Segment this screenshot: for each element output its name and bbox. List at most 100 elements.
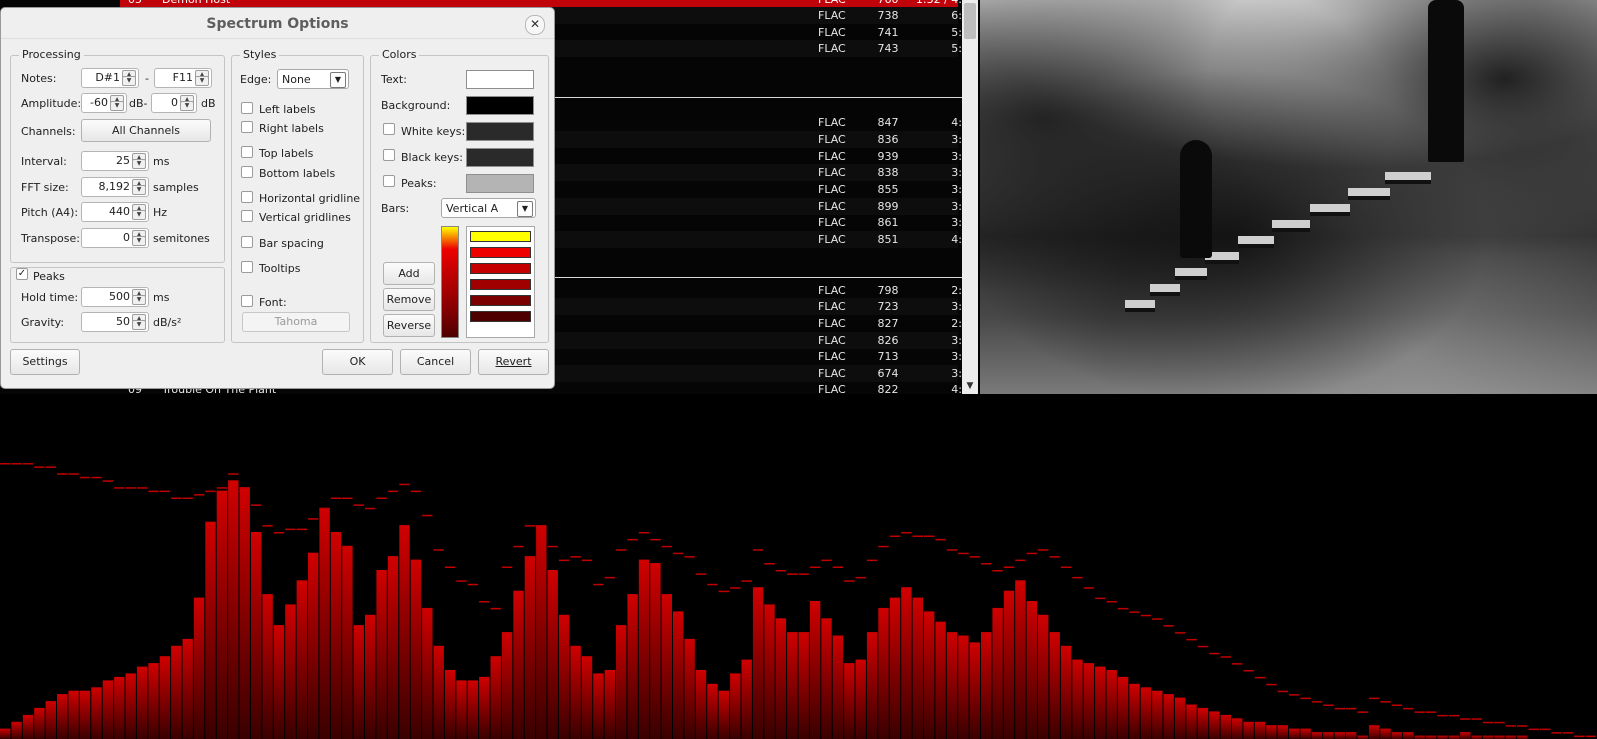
peaks-color-swatch[interactable] — [466, 174, 534, 193]
channels-button[interactable]: All Channels — [81, 119, 211, 142]
spectrum-bar — [775, 618, 787, 739]
spectrum-bar — [45, 701, 56, 739]
close-icon[interactable]: ✕ — [525, 15, 545, 35]
spectrum-peak-marker — [0, 463, 11, 465]
spectrum-peak-marker — [422, 514, 433, 517]
edge-dropdown[interactable]: None ▼ — [277, 69, 349, 89]
spectrum-peak-marker — [342, 497, 353, 499]
playlist-scrollbar[interactable]: ▼ — [962, 0, 978, 394]
font-checkbox[interactable] — [241, 295, 253, 307]
transpose-spinbox[interactable]: 0 ▲ ▼ — [81, 228, 149, 248]
spectrum-bar — [114, 676, 125, 739]
amplitude-from-spinbox[interactable]: -60 ▲ ▼ — [81, 93, 127, 113]
spin-down-icon[interactable]: ▼ — [195, 76, 209, 86]
revert-button[interactable]: Revert — [478, 349, 549, 375]
spin-down-icon[interactable]: ▼ — [132, 236, 146, 246]
spectrum-peak-marker — [707, 583, 718, 586]
amplitude-unit-2: dB — [201, 97, 216, 110]
spin-down-icon[interactable]: ▼ — [132, 295, 146, 305]
spin-down-icon[interactable]: ▼ — [180, 101, 194, 111]
dialog-titlebar[interactable]: Spectrum Options ✕ — [1, 8, 554, 39]
spin-down-icon[interactable]: ▼ — [132, 185, 146, 195]
spin-down-icon[interactable]: ▼ — [132, 210, 146, 220]
spectrum-peak-marker — [650, 538, 661, 541]
scroll-down-icon[interactable]: ▼ — [964, 380, 976, 392]
notes-from-spinbox[interactable]: D#1 ▲ ▼ — [81, 68, 139, 88]
style-option-checkbox[interactable] — [241, 261, 253, 273]
style-option-checkbox[interactable] — [241, 210, 253, 222]
spectrum-bar — [1220, 714, 1231, 739]
style-option-checkbox[interactable] — [241, 146, 253, 158]
spectrum-peak-marker — [1448, 714, 1460, 717]
style-option-checkbox[interactable] — [241, 121, 253, 133]
spin-down-icon[interactable]: ▼ — [122, 76, 136, 86]
remove-color-button[interactable]: Remove — [383, 288, 435, 311]
spectrum-bar — [1015, 580, 1026, 739]
white-keys-color-swatch[interactable] — [466, 122, 534, 141]
chevron-down-icon[interactable]: ▼ — [330, 72, 346, 88]
ok-button[interactable]: OK — [322, 349, 393, 375]
spectrum-bar — [844, 663, 855, 739]
gravity-spinbox[interactable]: 50 ▲ ▼ — [81, 312, 149, 332]
gradient-stop-swatch[interactable] — [470, 279, 531, 290]
style-option-checkbox[interactable] — [241, 102, 253, 114]
amplitude-to-spinbox[interactable]: 0 ▲ ▼ — [151, 93, 197, 113]
cancel-button[interactable]: Cancel — [400, 349, 471, 375]
reverse-colors-button[interactable]: Reverse — [383, 314, 435, 337]
spectrum-bar — [1117, 676, 1129, 739]
playlist-cell-bitrate: 838 — [877, 166, 899, 179]
spectrum-bar — [1311, 732, 1323, 739]
gradient-stop-swatch[interactable] — [470, 231, 531, 242]
settings-button[interactable]: Settings — [10, 349, 80, 375]
amplitude-unit-1: dB- — [129, 97, 148, 110]
spectrum-bar — [593, 673, 604, 739]
peaks-color-checkbox[interactable] — [383, 175, 395, 187]
fft-size-label: FFT size: — [21, 181, 69, 194]
playlist-cell-codec: FLAC — [818, 9, 846, 22]
style-option-checkbox[interactable] — [241, 166, 253, 178]
add-color-button[interactable]: Add — [383, 262, 435, 285]
spectrum-bar — [570, 645, 581, 739]
spectrum-peak-marker — [11, 463, 22, 465]
gradient-stop-swatch[interactable] — [470, 247, 531, 258]
pitch-spinbox[interactable]: 440 ▲ ▼ — [81, 202, 149, 222]
fft-size-spinbox[interactable]: 8,192 ▲ ▼ — [81, 177, 149, 197]
hold-time-spinbox[interactable]: 500 ▲ ▼ — [81, 287, 149, 307]
album-art-stair — [1272, 220, 1310, 232]
white-keys-checkbox[interactable] — [383, 123, 395, 135]
notes-to-spinbox[interactable]: F11 ▲ ▼ — [154, 68, 212, 88]
background-color-swatch[interactable] — [466, 96, 534, 115]
peaks-checkbox[interactable]: ✓ — [16, 268, 28, 280]
spectrum-peak-marker — [1289, 694, 1300, 696]
interval-spinbox[interactable]: 25 ▲ ▼ — [81, 151, 149, 171]
black-keys-checkbox[interactable] — [383, 149, 395, 161]
gradient-stop-list[interactable] — [466, 226, 535, 338]
interval-label: Interval: — [21, 155, 67, 168]
spin-down-icon[interactable]: ▼ — [132, 159, 146, 169]
spectrum-peak-marker — [1140, 614, 1152, 617]
gradient-stop-swatch[interactable] — [470, 295, 531, 306]
gradient-stop-swatch[interactable] — [470, 263, 531, 274]
font-button[interactable]: Tahoma — [242, 312, 350, 332]
text-color-swatch[interactable] — [466, 70, 534, 89]
amplitude-from-value: -60 — [90, 96, 108, 109]
style-option-checkbox[interactable] — [241, 191, 253, 203]
gradient-stop-swatch[interactable] — [470, 311, 531, 322]
bars-dropdown[interactable]: Vertical A ▼ — [441, 198, 536, 218]
spectrum-peak-marker — [1528, 728, 1539, 731]
spectrum-peak-marker — [1174, 632, 1186, 634]
spectrum-peak-marker — [45, 466, 56, 468]
spectrum-bar — [661, 594, 672, 739]
spectrum-peak-marker — [570, 556, 581, 558]
spectrum-bar — [855, 659, 866, 739]
style-option-checkbox[interactable] — [241, 236, 253, 248]
black-keys-color-swatch[interactable] — [466, 148, 534, 167]
spectrum-bar — [809, 601, 821, 739]
spin-down-icon[interactable]: ▼ — [132, 320, 146, 330]
scrollbar-thumb[interactable] — [964, 3, 976, 39]
bars-value: Vertical A — [446, 202, 499, 215]
style-option-label: Left labels — [259, 103, 316, 116]
spin-down-icon[interactable]: ▼ — [110, 101, 124, 111]
chevron-down-icon[interactable]: ▼ — [517, 201, 533, 217]
playlist-cell-bitrate: 861 — [877, 216, 899, 229]
